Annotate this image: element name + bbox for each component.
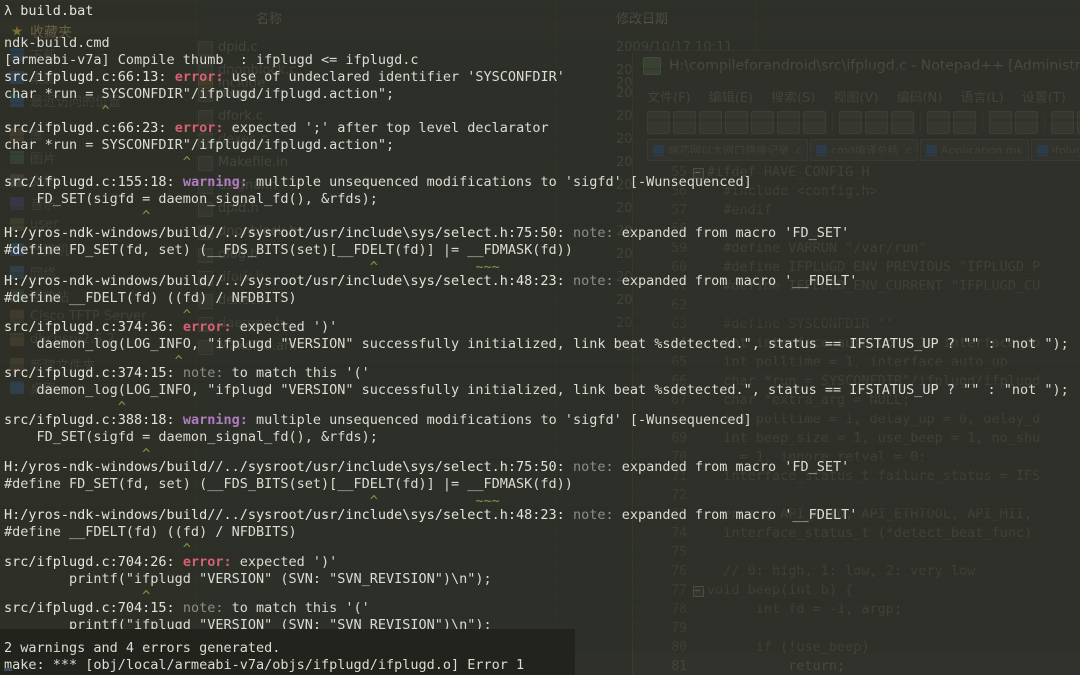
terminal-text-segment: daemon_log(LOG_INFO, "ifplugd "VERSION" … [4, 336, 1069, 352]
terminal-text-segment: [armeabi-v7a] Compile thumb : ifplugd <=… [4, 52, 419, 68]
terminal-text-segment: #define FD_SET(fd, set) (__FDS_BITS(set)… [4, 476, 573, 492]
terminal-text-segment: warning: [182, 412, 256, 428]
terminal-text-segment: build.bat [20, 3, 94, 19]
terminal-text-segment: expanded from macro '__FDELT' [621, 507, 858, 523]
terminal-text-segment: warning: [182, 174, 256, 190]
editor-code-line: return; [707, 658, 846, 674]
terminal-output-line: ^ [4, 153, 191, 172]
editor-line-number: 81 [671, 659, 687, 674]
terminal-text-segment: expanded from macro '__FDELT' [621, 273, 858, 289]
terminal-text-segment: src/ifplugd.c:66:23: [4, 120, 175, 136]
terminal-output-line: λ build.bat [4, 2, 93, 21]
terminal-text-segment: src/ifplugd.c:704:26: [4, 554, 183, 570]
terminal-text-segment: H:/yros-ndk-windows/build//../sysroot/us… [4, 507, 573, 523]
terminal-text-segment: ^ [4, 154, 191, 170]
terminal-text-segment: H:/yros-ndk-windows/build//../sysroot/us… [4, 459, 573, 475]
terminal-text-segment: src/ifplugd.c:374:36: [4, 319, 183, 335]
terminal-text-segment: multiple unsequenced modifications to 's… [255, 174, 752, 190]
terminal-line-backdrop [0, 2, 1080, 21]
terminal-cursor [4, 668, 12, 671]
terminal-text-segment: note: [572, 225, 622, 241]
terminal-text-segment: expected ')' [239, 554, 338, 570]
terminal-summary-line: make: *** [obj/local/armeabi-v7a/objs/if… [4, 657, 525, 673]
terminal-text-segment: error: [182, 319, 240, 335]
terminal-text-segment: src/ifplugd.c:155:18: [4, 174, 183, 190]
terminal-output-line: daemon_log(LOG_INFO, "ifplugd "VERSION" … [4, 381, 1069, 400]
terminal-text-segment: error: [174, 69, 232, 85]
terminal-text-segment: note: [572, 507, 622, 523]
terminal-text-segment: expected ';' after top level declarator [231, 120, 549, 136]
terminal-text-segment: to match this '(' [231, 365, 370, 381]
terminal-text-segment: error: [182, 554, 240, 570]
terminal-text-segment: printf("ifplugd "VERSION" (SVN: "SVN_REV… [4, 571, 492, 587]
terminal-text-segment: note: [182, 365, 232, 381]
terminal-text-segment: char *run = SYSCONFDIR"/ifplugd/ifplugd.… [4, 137, 395, 153]
terminal-summary-region: 2 warnings and 4 errors generated. make: … [0, 629, 575, 675]
terminal-window[interactable]: λ build.bat ndk-build.cmd [armeabi-v7a] Co… [0, 0, 1080, 652]
terminal-text-segment: daemon_log(LOG_INFO, "ifplugd "VERSION" … [4, 382, 1069, 398]
terminal-text-segment: src/ifplugd.c:374:15: [4, 365, 183, 381]
terminal-text-segment: src/ifplugd.c:66:13: [4, 69, 175, 85]
terminal-text-segment: H:/yros-ndk-windows/build//../sysroot/us… [4, 273, 573, 289]
terminal-text-segment: note: [572, 273, 622, 289]
terminal-text-segment: multiple unsequenced modifications to 's… [255, 412, 752, 428]
terminal-text-segment: char *run = SYSCONFDIR"/ifplugd/ifplugd.… [4, 86, 395, 102]
terminal-text-segment: FD_SET(sigfd = daemon_signal_fd(), &rfds… [4, 191, 378, 207]
terminal-text-segment: error: [174, 120, 232, 136]
terminal-text-segment: ^ [4, 208, 151, 224]
terminal-text-segment: expanded from macro 'FD_SET' [621, 225, 850, 241]
terminal-text-segment: λ [4, 3, 21, 19]
terminal-text-segment: H:/yros-ndk-windows/build//../sysroot/us… [4, 225, 573, 241]
terminal-text-segment: src/ifplugd.c:704:15: [4, 600, 183, 616]
terminal-text-segment: note: [572, 459, 622, 475]
screen-root: ★ 收藏夹 下载 桌面 最近访问的位置库图片 文档 音乐 user 计算机 网络 回收站 Cisco … [0, 0, 1080, 675]
terminal-text-segment: use of undeclared identifier 'SYSCONFDIR… [231, 69, 565, 85]
terminal-text-segment: note: [182, 600, 232, 616]
terminal-text-segment: ndk-build.cmd [4, 35, 110, 51]
terminal-text-segment: #define __FDELT(fd) ((fd) / NFDBITS) [4, 524, 297, 540]
terminal-text-segment: ^ [4, 103, 110, 119]
terminal-text-segment: src/ifplugd.c:388:18: [4, 412, 183, 428]
terminal-text-segment: expanded from macro 'FD_SET' [621, 459, 850, 475]
terminal-text-segment: expected ')' [239, 319, 338, 335]
terminal-text-segment: #define __FDELT(fd) ((fd) / NFDBITS) [4, 290, 297, 306]
terminal-text-segment: FD_SET(sigfd = daemon_signal_fd(), &rfds… [4, 429, 378, 445]
terminal-text-segment: to match this '(' [231, 600, 370, 616]
terminal-text-segment: #define FD_SET(fd, set) (__FDS_BITS(set)… [4, 242, 573, 258]
